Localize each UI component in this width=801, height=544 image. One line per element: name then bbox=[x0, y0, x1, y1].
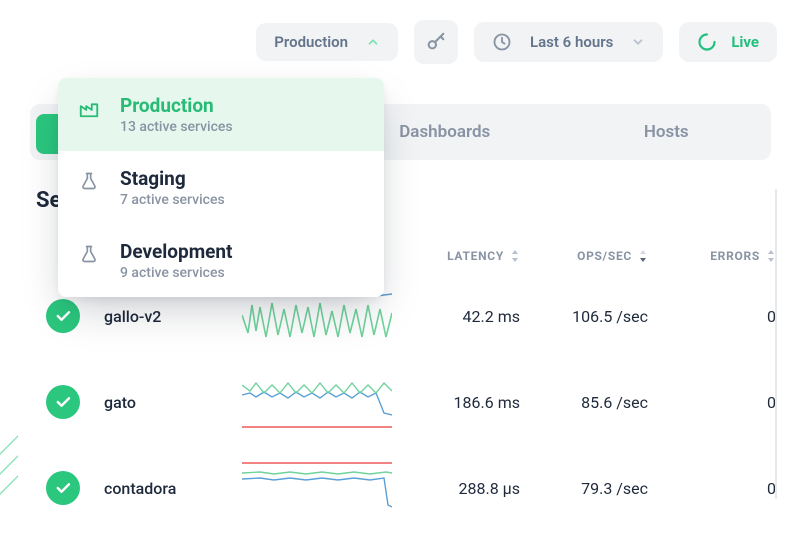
live-spinner-icon bbox=[697, 32, 717, 52]
dropdown-item-production[interactable]: Production 13 active services bbox=[58, 78, 384, 151]
ops-value: 85.6 /sec bbox=[528, 393, 648, 412]
latency-value: 42.2 ms bbox=[400, 307, 520, 326]
latency-value: 186.6 ms bbox=[400, 393, 520, 412]
scrollbar[interactable] bbox=[775, 189, 777, 499]
flask-icon bbox=[78, 167, 100, 192]
sparkline bbox=[242, 459, 392, 517]
service-name: gato bbox=[104, 393, 234, 412]
ops-value: 106.5 /sec bbox=[528, 307, 648, 326]
key-button[interactable] bbox=[414, 20, 458, 64]
col-latency[interactable]: LATENCY bbox=[400, 249, 520, 263]
tab-hosts[interactable]: Hosts bbox=[576, 114, 758, 150]
latency-value: 288.8 µs bbox=[400, 479, 520, 498]
flask-icon bbox=[78, 240, 100, 265]
time-range-selector[interactable]: Last 6 hours bbox=[474, 22, 663, 62]
live-label: Live bbox=[731, 33, 759, 51]
environment-label: Production bbox=[274, 33, 348, 51]
col-errors[interactable]: ERRORS bbox=[656, 249, 776, 263]
errors-value: 0 bbox=[656, 307, 776, 326]
table-row[interactable]: contadora 288.8 µs 79.3 /sec 0 bbox=[18, 445, 783, 531]
environment-selector[interactable]: Production bbox=[256, 23, 398, 61]
errors-value: 0 bbox=[656, 479, 776, 498]
dropdown-item-title: Production bbox=[120, 94, 233, 117]
time-range-label: Last 6 hours bbox=[530, 33, 613, 51]
status-ok-icon bbox=[46, 471, 80, 505]
chevron-up-icon bbox=[366, 35, 380, 49]
dropdown-item-subtitle: 7 active services bbox=[120, 192, 225, 208]
sort-icon bbox=[510, 250, 520, 262]
clock-icon bbox=[492, 32, 512, 52]
top-bar: Production Last 6 hours bbox=[0, 0, 801, 84]
environment-dropdown: Production 13 active services Staging 7 … bbox=[58, 78, 384, 297]
ops-value: 79.3 /sec bbox=[528, 479, 648, 498]
key-icon bbox=[425, 31, 447, 53]
service-name: gallo-v2 bbox=[104, 307, 234, 326]
dropdown-item-title: Staging bbox=[120, 167, 225, 190]
sparkline bbox=[242, 373, 392, 431]
status-ok-icon bbox=[46, 299, 80, 333]
dropdown-item-development[interactable]: Development 9 active services bbox=[58, 224, 384, 297]
col-ops[interactable]: OPS/SEC bbox=[528, 249, 648, 263]
dropdown-item-subtitle: 13 active services bbox=[120, 119, 233, 135]
dropdown-item-subtitle: 9 active services bbox=[120, 265, 233, 281]
live-indicator[interactable]: Live bbox=[679, 22, 777, 62]
status-ok-icon bbox=[46, 385, 80, 419]
factory-icon bbox=[78, 94, 100, 119]
sort-desc-icon bbox=[638, 250, 648, 262]
errors-value: 0 bbox=[656, 393, 776, 412]
table-row[interactable]: gato 186.6 ms 85.6 /sec 0 bbox=[18, 359, 783, 445]
dropdown-item-title: Development bbox=[120, 240, 233, 263]
dropdown-item-staging[interactable]: Staging 7 active services bbox=[58, 151, 384, 224]
chevron-down-icon bbox=[631, 35, 645, 49]
service-name: contadora bbox=[104, 479, 234, 498]
